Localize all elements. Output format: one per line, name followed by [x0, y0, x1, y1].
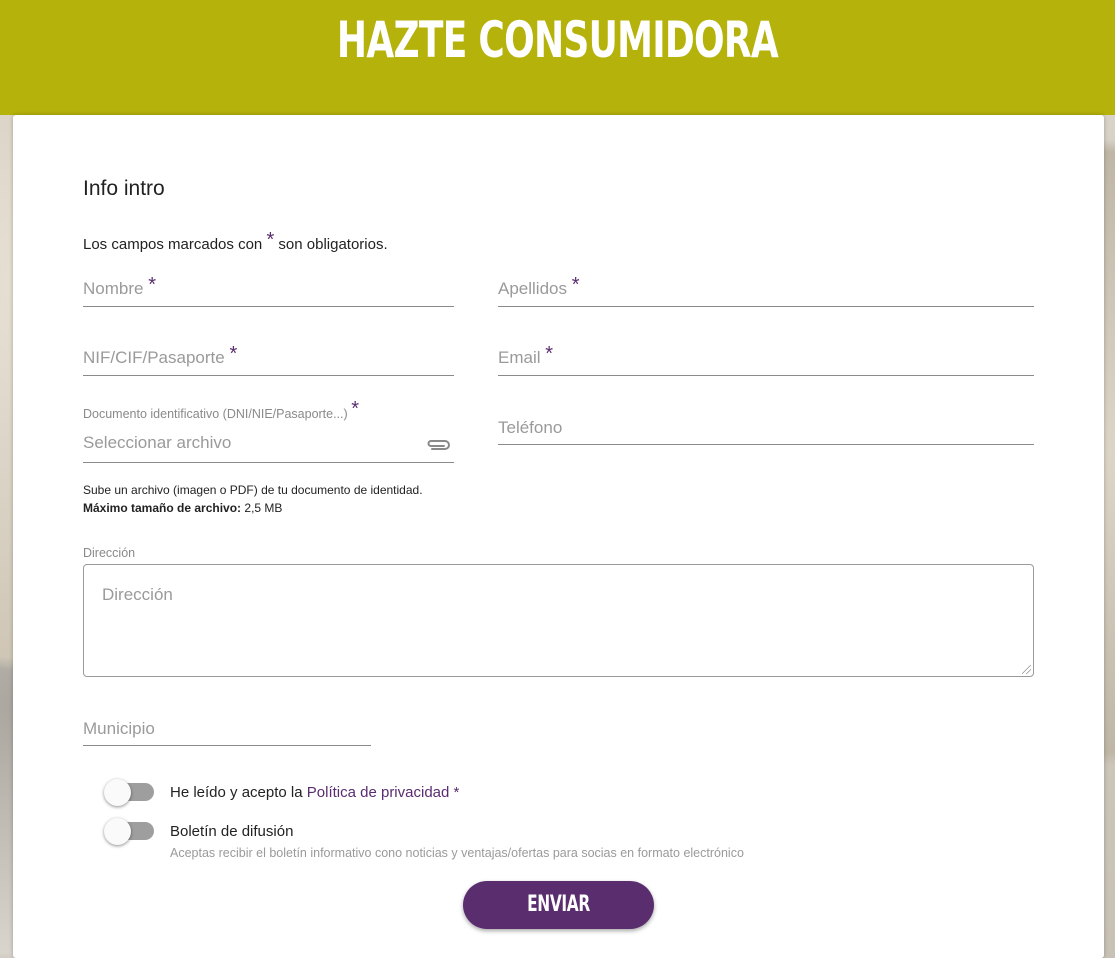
submit-button[interactable]: ENVIAR SOLICITUD	[463, 881, 654, 958]
direccion-textarea[interactable]: Dirección	[83, 564, 1034, 677]
resize-handle[interactable]	[1022, 665, 1031, 674]
apellidos-label: Apellidos *	[498, 274, 580, 298]
documento-label: Documento identificativo (DNI/NIE/Pasapo…	[83, 398, 359, 421]
paperclip-icon[interactable]	[426, 438, 452, 452]
max-size-label: Máximo tamaño de archivo:	[83, 501, 242, 515]
page-header: HAZTE CONSUMIDORA	[0, 0, 1115, 115]
max-size-value: 2,5 MB	[244, 501, 283, 515]
required-note: Los campos marcados con * son obligatori…	[83, 229, 388, 255]
newsletter-label: Boletín de difusión	[170, 823, 294, 840]
direccion-placeholder: Dirección	[102, 585, 173, 604]
documento-placeholder: Seleccionar archivo	[83, 433, 232, 452]
nif-label: NIF/CIF/Pasaporte *	[83, 343, 238, 367]
nombre-label: Nombre *	[83, 274, 156, 298]
email-label: Email *	[498, 343, 554, 367]
newsletter-toggle[interactable]	[104, 818, 154, 845]
municipio-field[interactable]: Municipio	[83, 706, 371, 746]
apellidos-field[interactable]: Apellidos *	[498, 267, 1034, 307]
municipio-label: Municipio	[83, 719, 155, 738]
form-card: Info intro Los campos marcados con * son…	[13, 115, 1104, 958]
required-note-prefix: Los campos marcados con	[83, 236, 263, 253]
newsletter-description: Aceptas recibir el boletín informativo c…	[170, 846, 744, 860]
direccion-label: Dirección	[83, 546, 136, 560]
privacy-policy-link[interactable]: Política de privacidad	[307, 784, 450, 801]
documento-help: Sube un archivo (imagen o PDF) de tu doc…	[83, 483, 423, 497]
nif-field[interactable]: NIF/CIF/Pasaporte *	[83, 336, 454, 376]
nombre-field[interactable]: Nombre *	[83, 267, 454, 307]
required-star: *	[266, 229, 275, 251]
page-title: HAZTE CONSUMIDORA	[336, 11, 779, 69]
max-size-note: Máximo tamaño de archivo: 2,5 MB	[83, 501, 282, 515]
submit-label: ENVIAR SOLICITUD	[513, 892, 604, 958]
email-field[interactable]: Email *	[498, 336, 1034, 376]
newsletter-toggle-knob	[104, 818, 131, 845]
privacy-label: He leído y acepto la Política de privaci…	[170, 784, 460, 801]
privacy-toggle[interactable]	[104, 779, 154, 806]
required-note-suffix: son obligatorios.	[278, 236, 388, 253]
documento-file-input[interactable]: Seleccionar archivo	[83, 423, 454, 463]
privacy-toggle-knob	[104, 779, 131, 806]
telefono-field[interactable]: Teléfono	[498, 405, 1034, 445]
telefono-label: Teléfono	[498, 418, 563, 437]
form-title: Info intro	[83, 177, 165, 200]
